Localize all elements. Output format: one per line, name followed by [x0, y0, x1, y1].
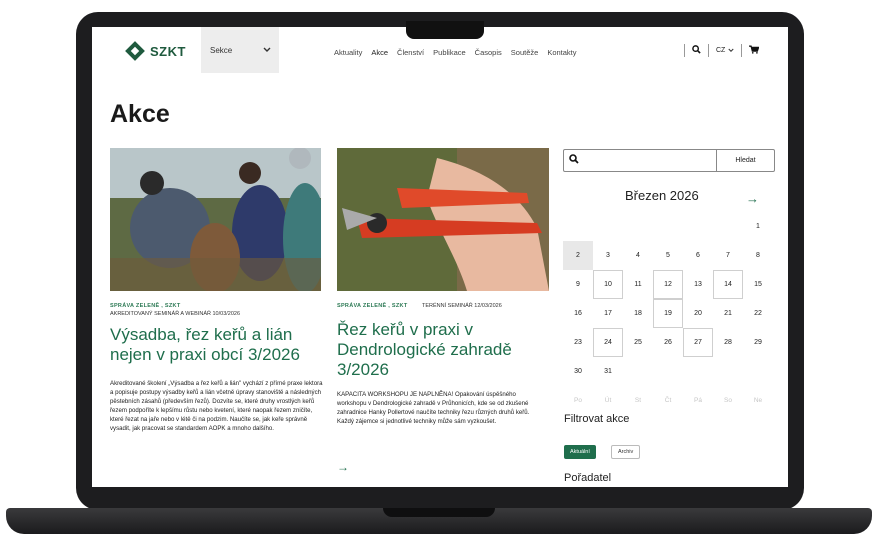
- calendar-day[interactable]: 17: [593, 299, 623, 328]
- calendar-empty: [683, 212, 713, 241]
- calendar-day[interactable]: 15: [743, 270, 773, 299]
- nav-aktuality[interactable]: Aktuality: [334, 48, 362, 57]
- article-title[interactable]: Řez keřů v praxi v Dendrologické zahradě…: [337, 320, 551, 380]
- calendar-empty: [623, 357, 653, 386]
- search-icon: [569, 154, 579, 167]
- calendar-day[interactable]: 16: [563, 299, 593, 328]
- filter-archive-button[interactable]: Archiv: [611, 445, 641, 459]
- calendar-empty: [683, 357, 713, 386]
- calendar-day[interactable]: 25: [623, 328, 653, 357]
- calendar-day[interactable]: 7: [713, 241, 743, 270]
- divider: [741, 44, 743, 57]
- calendar-empty: [653, 357, 683, 386]
- divider: [684, 44, 685, 57]
- laptop-base-groove: [383, 508, 495, 517]
- calendar-title: Březen 2026: [625, 188, 699, 203]
- arrow-right-icon[interactable]: →: [746, 191, 759, 206]
- calendar-day[interactable]: 1: [743, 212, 773, 241]
- filter-title: Filtrovat akce: [564, 413, 630, 425]
- calendar-day[interactable]: 22: [743, 299, 773, 328]
- calendar-day[interactable]: 12: [653, 270, 683, 299]
- weekday-label: St: [634, 397, 642, 404]
- calendar-day[interactable]: 9: [563, 270, 593, 299]
- sekce-dropdown[interactable]: Sekce: [201, 27, 279, 73]
- nav-kontakty[interactable]: Kontakty: [547, 48, 576, 57]
- divider: [708, 44, 709, 57]
- calendar-empty: [713, 212, 743, 241]
- header-tools: CZ: [684, 44, 760, 57]
- article-excerpt: Akreditované školení „Výsadba a řez keřů…: [110, 380, 323, 432]
- article-image[interactable]: [337, 148, 549, 291]
- calendar-day[interactable]: 4: [623, 241, 653, 270]
- nav-souteze[interactable]: Soutěže: [511, 48, 539, 57]
- calendar-day[interactable]: 10: [593, 270, 623, 299]
- filter-current-button[interactable]: Aktuální: [564, 445, 596, 459]
- site-logo[interactable]: SZKT: [125, 41, 186, 61]
- logo-text: SZKT: [150, 43, 186, 59]
- cart-icon[interactable]: [749, 45, 760, 56]
- calendar-day[interactable]: 3: [593, 241, 623, 270]
- article-image[interactable]: [110, 148, 321, 291]
- article-excerpt: KAPACITA WORKSHOPU JE NAPLNĚNA! Opakován…: [337, 391, 530, 425]
- logo-diamond-icon: [125, 41, 145, 61]
- nav-casopis[interactable]: Časopis: [475, 48, 502, 57]
- article-title[interactable]: Výsadba, řez keřů a lián nejen v praxi o…: [110, 325, 324, 365]
- calendar-day[interactable]: 23: [563, 328, 593, 357]
- main-nav: Aktuality Akce Členství Publikace Časopi…: [334, 48, 577, 57]
- article-tags[interactable]: SPRÁVA ZELENĚ , SZKT: [337, 303, 407, 309]
- calendar-empty: [593, 212, 623, 241]
- calendar-day[interactable]: 2: [563, 241, 593, 270]
- search-button[interactable]: Hledat: [716, 150, 774, 171]
- calendar-day[interactable]: 26: [653, 328, 683, 357]
- calendar-day[interactable]: 24: [593, 328, 623, 357]
- article-meta: AKREDITOVANÝ SEMINÁŘ A WEBINÁŘ 10/03/202…: [110, 311, 241, 317]
- calendar-day[interactable]: 14: [713, 270, 743, 299]
- language-label: CZ: [716, 47, 726, 54]
- calendar-day[interactable]: 18: [623, 299, 653, 328]
- search-icon[interactable]: [692, 45, 701, 56]
- calendar-grid: 1 2 3 4 5 6 7 8 9 10 11 12 13 14 15 16 17 18 19 20 21 22 23 24 2…: [563, 212, 775, 415]
- organizer-title: Pořadatel: [564, 472, 612, 484]
- weekday-label: So: [724, 397, 732, 404]
- calendar-day[interactable]: 8: [743, 241, 773, 270]
- language-selector[interactable]: CZ: [716, 47, 734, 54]
- calendar-day[interactable]: 11: [623, 270, 653, 299]
- browser-screen: SZKT Sekce Aktuality Akce Členství Publi…: [92, 27, 788, 487]
- calendar-empty: [713, 357, 743, 386]
- weekday-label: Čt: [664, 397, 672, 404]
- weekday-label: Pá: [694, 397, 702, 404]
- arrow-right-icon[interactable]: →: [337, 460, 349, 474]
- calendar-day[interactable]: 27: [683, 328, 713, 357]
- calendar-day[interactable]: 21: [713, 299, 743, 328]
- calendar-empty: [623, 212, 653, 241]
- article-meta: TERÉNNÍ SEMINÁŘ 12/03/2026: [422, 303, 502, 309]
- calendar-empty: [563, 212, 593, 241]
- calendar-day[interactable]: 13: [683, 270, 713, 299]
- weekday-label: Ne: [753, 397, 763, 404]
- calendar-day[interactable]: 5: [653, 241, 683, 270]
- nav-publikace[interactable]: Publikace: [433, 48, 466, 57]
- search-input[interactable]: Hledat: [563, 149, 775, 172]
- calendar-day[interactable]: 30: [563, 357, 593, 386]
- calendar-day[interactable]: 28: [713, 328, 743, 357]
- chevron-down-icon: [728, 48, 734, 52]
- chevron-down-icon: [263, 46, 271, 55]
- calendar-day[interactable]: 31: [593, 357, 623, 386]
- weekday-label: Po: [574, 397, 582, 404]
- page-title: Akce: [110, 100, 170, 128]
- calendar-day[interactable]: 6: [683, 241, 713, 270]
- article-tags[interactable]: SPRÁVA ZELENĚ , SZKT: [110, 303, 180, 309]
- calendar-empty: [743, 357, 773, 386]
- calendar-day[interactable]: 19: [653, 299, 683, 328]
- calendar-empty: [653, 212, 683, 241]
- nav-clenstvi[interactable]: Členství: [397, 48, 424, 57]
- weekday-label: Út: [604, 397, 612, 404]
- sekce-label: Sekce: [210, 45, 233, 55]
- calendar-day[interactable]: 29: [743, 328, 773, 357]
- nav-akce[interactable]: Akce: [371, 48, 388, 57]
- calendar-day[interactable]: 20: [683, 299, 713, 328]
- camera-notch: [406, 21, 484, 39]
